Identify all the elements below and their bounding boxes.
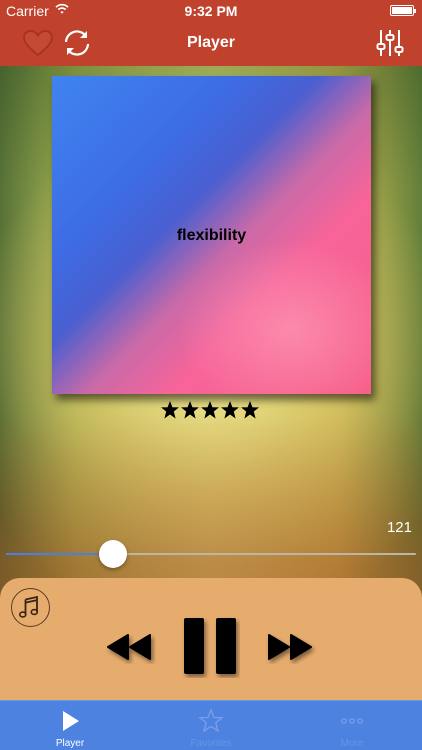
battery-icon bbox=[390, 5, 416, 16]
star-icon[interactable] bbox=[240, 400, 260, 420]
equalizer-button[interactable] bbox=[374, 27, 406, 59]
music-note-icon bbox=[19, 595, 39, 618]
nav-bar: Player bbox=[0, 22, 422, 66]
equalizer-icon bbox=[376, 30, 404, 56]
rewind-button[interactable] bbox=[104, 630, 156, 664]
tab-favorites[interactable]: Favorites bbox=[141, 701, 281, 750]
tab-label: Favorites bbox=[190, 738, 232, 749]
tab-more[interactable]: More bbox=[282, 701, 422, 750]
play-icon bbox=[63, 711, 79, 731]
status-bar: Carrier 9:32 PM bbox=[0, 0, 422, 22]
tab-player[interactable]: Player bbox=[0, 701, 140, 750]
album-artwork[interactable]: flexibility bbox=[52, 76, 371, 394]
star-outline-icon bbox=[198, 708, 224, 733]
pause-icon bbox=[184, 618, 236, 674]
tab-bar: Player Favorites More bbox=[0, 700, 422, 750]
music-library-button[interactable] bbox=[11, 588, 50, 627]
star-icon[interactable] bbox=[220, 400, 240, 420]
page-title: Player bbox=[186, 34, 236, 51]
album-title: flexibility bbox=[176, 227, 247, 244]
slider-progress bbox=[6, 553, 113, 555]
rewind-icon bbox=[107, 634, 151, 660]
star-icon[interactable] bbox=[200, 400, 220, 420]
fast-forward-button[interactable] bbox=[265, 630, 317, 664]
star-icon[interactable] bbox=[160, 400, 180, 420]
star-rating[interactable] bbox=[160, 400, 264, 422]
seek-slider[interactable] bbox=[6, 540, 416, 568]
time-remaining: 121 bbox=[386, 519, 412, 536]
tab-label: Player bbox=[55, 738, 85, 749]
playback-controls bbox=[0, 578, 422, 700]
more-icon bbox=[341, 718, 363, 724]
fast-forward-icon bbox=[268, 634, 312, 660]
star-icon[interactable] bbox=[180, 400, 200, 420]
pause-button[interactable] bbox=[180, 616, 240, 678]
slider-thumb[interactable] bbox=[98, 540, 127, 568]
tab-label: More bbox=[340, 738, 364, 749]
clock: 9:32 PM bbox=[184, 3, 238, 19]
